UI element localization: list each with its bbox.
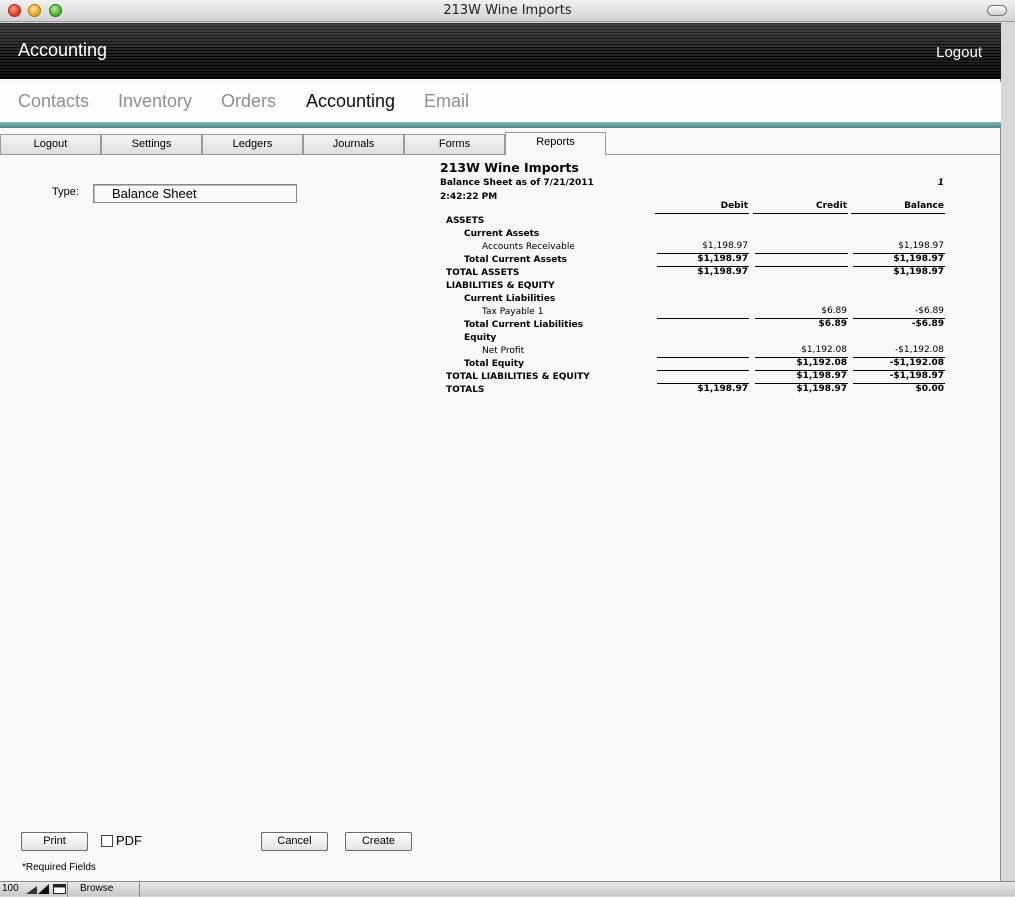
report-row-label: Total Current Liabilities	[464, 320, 583, 330]
report-time: 2:42:22 PM	[440, 192, 498, 202]
module-orders[interactable]: Orders	[221, 91, 276, 112]
report-cell-credit	[755, 241, 848, 254]
report-cell-balance: $1,198.97	[893, 267, 944, 277]
report-row-label: TOTAL LIABILITIES & EQUITY	[446, 372, 590, 382]
report-cell-debit: $1,198.97	[657, 241, 749, 254]
report-type-field[interactable]: Balance Sheet	[93, 184, 297, 203]
report-row-label: Total Current Assets	[464, 255, 567, 265]
report-row-label: Current Assets	[464, 229, 540, 239]
module-nav: Contacts Inventory Orders Accounting Ema…	[0, 82, 1001, 122]
report-cell-debit	[657, 319, 749, 332]
report-cell-debit	[657, 371, 749, 384]
report-cell-balance: -$6.89	[853, 306, 945, 319]
header-title: Accounting	[18, 40, 108, 60]
report-row-label: LIABILITIES & EQUITY	[446, 281, 555, 291]
create-button[interactable]: Create	[345, 832, 412, 851]
report-company: 213W Wine Imports	[440, 160, 579, 175]
report-cell-debit	[657, 306, 749, 319]
report-cell-credit: $1,192.08	[755, 345, 848, 358]
module-contacts[interactable]: Contacts	[18, 91, 89, 112]
report-page-number: 1	[937, 178, 944, 188]
report-row-label: Total Equity	[464, 359, 524, 369]
report-cell-balance: $1,198.97	[853, 241, 945, 254]
report-cell-debit: $1,198.97	[657, 254, 749, 267]
window-content: Accounting Logout Contacts Inventory Ord…	[0, 23, 1001, 881]
pdf-checkbox[interactable]	[101, 835, 113, 847]
tab-ledgers[interactable]: Ledgers	[202, 134, 303, 155]
report-row-label: Tax Payable 1	[482, 307, 544, 317]
pdf-label: PDF	[116, 833, 142, 848]
column-header-credit: Credit	[753, 201, 848, 214]
print-button[interactable]: Print	[21, 832, 88, 851]
report-row-label: ASSETS	[446, 216, 485, 226]
tab-forms[interactable]: Forms	[404, 134, 505, 155]
report-cell-credit: $1,192.08	[755, 358, 848, 371]
report-row-label: Equity	[464, 333, 497, 343]
report-subtitle: Balance Sheet as of 7/21/2011	[440, 178, 594, 188]
header-logout-link[interactable]: Logout	[936, 44, 982, 61]
tab-logout[interactable]: Logout	[0, 134, 101, 155]
report-cell-credit: $1,198.97	[796, 384, 847, 394]
module-inventory[interactable]: Inventory	[118, 91, 192, 112]
column-header-balance: Balance	[851, 201, 945, 214]
report-cell-credit: $6.89	[755, 306, 848, 319]
report-cell-balance: $1,198.97	[853, 254, 945, 267]
status-toggle-icon[interactable]	[53, 884, 66, 894]
report-cell-debit	[657, 345, 749, 358]
tab-reports[interactable]: Reports	[505, 132, 606, 156]
module-email[interactable]: Email	[424, 91, 469, 112]
tab-bar: Logout Settings Ledgers Journals Forms R…	[0, 132, 1001, 156]
zoom-out-icon[interactable]	[26, 884, 37, 894]
report-cell-credit	[755, 254, 848, 267]
report-cell-balance: $0.00	[915, 384, 944, 394]
report-row-label: Net Profit	[482, 346, 525, 356]
tab-journals[interactable]: Journals	[303, 134, 404, 155]
report-cell-balance: -$1,192.08	[853, 345, 945, 358]
type-label: Type:	[52, 186, 79, 198]
nav-divider	[0, 122, 1001, 128]
module-accounting[interactable]: Accounting	[306, 91, 395, 112]
required-fields-note: *Required Fields	[22, 862, 96, 873]
report-cell-balance: -$1,192.08	[853, 358, 945, 371]
report-cell-credit: $6.89	[818, 319, 847, 329]
report-cell-debit: $1,198.97	[697, 384, 748, 394]
report-cell-debit: $1,198.97	[697, 267, 748, 277]
report-cell-balance: -$1,198.97	[853, 371, 945, 384]
app-header: Accounting Logout	[0, 23, 1001, 79]
column-header-debit: Debit	[655, 201, 749, 214]
cancel-button[interactable]: Cancel	[261, 832, 328, 851]
tab-settings[interactable]: Settings	[101, 134, 202, 155]
report-row-label: Accounts Receivable	[482, 242, 575, 252]
window-titlebar: 213W Wine Imports	[0, 0, 1015, 22]
zoom-in-icon[interactable]	[38, 884, 49, 894]
report-cell-credit: $1,198.97	[755, 371, 848, 384]
report-row-label: Current Liabilities	[464, 294, 556, 304]
zoom-level[interactable]: 100	[2, 883, 19, 894]
report-cell-balance: -$6.89	[911, 319, 944, 329]
report-row-label: TOTAL ASSETS	[446, 268, 520, 278]
report-cell-debit	[657, 358, 749, 371]
toolbar-toggle-button[interactable]	[987, 5, 1007, 16]
mode-indicator[interactable]: Browse	[67, 882, 140, 897]
status-bar: 100 Browse	[0, 881, 1015, 897]
report-cell-credit	[755, 267, 848, 280]
report-row-label: TOTALS	[446, 385, 485, 395]
window-title: 213W Wine Imports	[443, 3, 572, 18]
